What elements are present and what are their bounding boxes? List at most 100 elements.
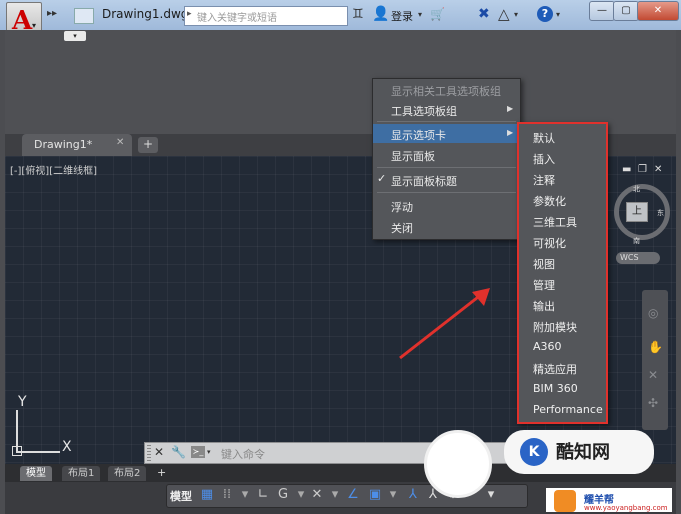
chevron-right-icon: ▸ <box>187 9 192 19</box>
annotation-arrow-icon <box>399 288 490 360</box>
ortho-icon[interactable]: ∟ <box>256 487 270 502</box>
checkmark-icon: ✓ <box>377 172 387 185</box>
tab-label: Drawing1* <box>34 138 93 151</box>
pan-hand-icon[interactable]: ✋ <box>648 340 663 354</box>
chevron-down-icon[interactable]: ▾ <box>386 487 400 502</box>
submenu-item-manage[interactable]: 管理 <box>519 273 606 294</box>
right-frame <box>676 30 681 514</box>
annotation-visibility-icon[interactable]: ⅄ <box>406 487 420 502</box>
snap-icon[interactable]: ⁞⁞ <box>220 487 234 502</box>
search-input[interactable]: ▸ 键入关键字或短语 <box>184 6 348 26</box>
ribbon-context-menu: 显示相关工具选项板组 工具选项板组 ▶ 显示选项卡 ▶ 显示面板 ✓ 显示面板标… <box>372 78 521 240</box>
chevron-down-icon[interactable]: ▾ <box>238 487 252 502</box>
menu-item-show-tabs[interactable]: 显示选项卡 ▶ <box>373 124 520 143</box>
close-icon[interactable]: ✕ <box>154 445 164 459</box>
minimize-button[interactable]: — <box>589 1 615 21</box>
chevron-down-icon[interactable]: ▾ <box>514 10 518 19</box>
object-snap-icon[interactable]: ▣ <box>368 487 382 502</box>
new-tab-button[interactable]: + <box>138 137 158 153</box>
close-icon[interactable]: ✕ <box>116 137 124 148</box>
drag-handle[interactable] <box>147 445 151 461</box>
login-button[interactable]: 登录 <box>391 8 413 24</box>
submenu-item-annotate[interactable]: 注释 <box>519 168 606 189</box>
submenu-item-default[interactable]: 默认 <box>519 126 606 147</box>
watermark-text: 酷知网 <box>556 442 610 463</box>
restore-icon[interactable]: ❐ <box>638 164 647 175</box>
tab-drawing1[interactable]: Drawing1* ✕ <box>22 134 132 156</box>
workspace-dropdown-button[interactable]: ▾ <box>64 31 86 41</box>
ucs-y-label: Y <box>18 394 27 410</box>
submenu-item-performance[interactable]: Performance <box>519 399 606 420</box>
help-icon[interactable]: ? <box>537 6 553 22</box>
tab-model[interactable]: 模型 <box>20 466 52 481</box>
object-snap-tracking-icon[interactable]: ∠ <box>346 487 360 502</box>
zoom-icon[interactable]: ✕ <box>648 368 662 382</box>
compass-north[interactable]: 北 <box>633 184 640 194</box>
menu-separator <box>377 167 516 168</box>
wrench-icon[interactable]: 🔧 <box>171 445 186 459</box>
compass-south[interactable]: 南 <box>633 236 640 246</box>
submenu-item-parametric[interactable]: 参数化 <box>519 189 606 210</box>
grid-icon[interactable]: ▦ <box>200 487 214 502</box>
autodesk-connect-icon[interactable]: △ <box>498 5 510 23</box>
orbit-icon[interactable]: ✣ <box>648 396 662 410</box>
tab-layout1[interactable]: 布局1 <box>62 466 101 481</box>
wcs-menu[interactable]: WCS <box>616 252 660 264</box>
menu-item-show-panel-titles[interactable]: ✓ 显示面板标题 <box>373 170 520 189</box>
submenu-item-visualize[interactable]: 可视化 <box>519 231 606 252</box>
document-title: Drawing1.dwg <box>68 4 188 26</box>
chevron-down-icon[interactable]: ▾ <box>556 10 560 19</box>
menu-separator <box>377 121 516 122</box>
submenu-item-view[interactable]: 视图 <box>519 252 606 273</box>
chevron-down-icon[interactable]: ▾ <box>294 487 308 502</box>
chevron-down-icon[interactable]: ▾ <box>207 448 211 456</box>
menu-item-show-panels[interactable]: 显示面板 <box>373 145 520 164</box>
viewcube-top-face[interactable]: 上 <box>626 202 648 222</box>
chevron-down-icon: ▾ <box>32 21 37 30</box>
steering-wheel-icon[interactable]: ◎ <box>648 306 662 320</box>
ucs-x-label: X <box>62 439 72 455</box>
polar-icon[interactable]: G <box>276 487 290 502</box>
submenu-item-3d-tools[interactable]: 三维工具 <box>519 210 606 231</box>
model-space-button[interactable]: 模型 <box>170 488 192 504</box>
submenu-item-add-ins[interactable]: 附加模块 <box>519 315 606 336</box>
submenu-item-bim360[interactable]: BIM 360 <box>519 378 606 399</box>
menu-item-tool-palette-group[interactable]: 工具选项板组 ▶ <box>373 100 520 119</box>
submenu-item-insert[interactable]: 插入 <box>519 147 606 168</box>
maximize-button[interactable]: ▢ <box>613 1 639 21</box>
user-icon[interactable]: 👤 <box>372 6 389 22</box>
search-placeholder: 键入关键字或短语 <box>197 13 277 24</box>
close-button[interactable]: ✕ <box>637 1 679 21</box>
minimize-icon[interactable]: ▬ <box>622 164 631 175</box>
ucs-x-axis <box>16 451 60 453</box>
tab-layout2[interactable]: 布局2 <box>108 466 147 481</box>
menu-item-close[interactable]: 关闭 <box>373 217 520 236</box>
compass-east[interactable]: 东 <box>657 208 664 218</box>
submenu-item-featured-apps[interactable]: 精选应用 <box>519 357 606 378</box>
isodraft-icon[interactable]: ✕ <box>310 487 324 502</box>
command-prompt-icon[interactable]: ≻_ <box>191 446 205 458</box>
chevron-down-icon[interactable]: ▾ <box>418 10 422 19</box>
watermark-badge-icon: K <box>520 438 548 466</box>
quick-access-expand-icon[interactable]: ▸▸ <box>47 8 63 22</box>
app-store-icon[interactable]: 🛒 <box>430 7 446 23</box>
chevron-down-icon[interactable]: ▾ <box>484 487 498 502</box>
watermark-logo-icon <box>424 430 492 498</box>
document-icon <box>74 8 94 24</box>
ribbon-area <box>0 30 681 134</box>
add-layout-icon[interactable]: + <box>157 466 171 480</box>
document-title-text: Drawing1.dwg <box>102 7 189 21</box>
binoculars-icon[interactable]: ♊ <box>352 7 364 22</box>
ucs-origin-icon <box>12 446 22 456</box>
menu-separator <box>377 192 516 193</box>
command-input[interactable]: 键入命令 <box>221 446 265 462</box>
exchange-apps-icon[interactable]: ✖ <box>478 6 490 22</box>
submenu-item-a360[interactable]: A360 <box>519 336 606 357</box>
menu-item-show-related-palette-group[interactable]: 显示相关工具选项板组 <box>373 80 520 99</box>
viewport-controls[interactable]: [-][俯视][二维线框] <box>10 162 97 177</box>
chevron-right-icon: ▶ <box>507 128 514 137</box>
submenu-item-output[interactable]: 输出 <box>519 294 606 315</box>
close-icon[interactable]: ✕ <box>654 164 662 175</box>
chevron-down-icon[interactable]: ▾ <box>328 487 342 502</box>
menu-item-float[interactable]: 浮动 <box>373 196 520 215</box>
